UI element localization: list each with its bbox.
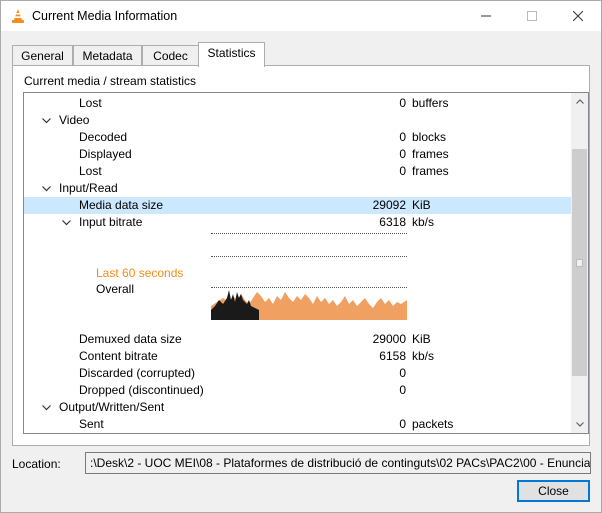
row-label: Video [59,113,90,127]
row-value: 29000 [372,332,406,346]
maximize-button[interactable] [509,1,555,31]
row-value: 0 [399,383,406,397]
scrollbar-grip [576,259,583,267]
close-button-label: Close [538,484,569,498]
legend-overall: Overall [24,281,204,298]
statistics-panel: Current media / stream statistics Lost 0… [12,65,590,446]
tab-statistics-label: Statistics [207,46,256,60]
tree-row-decoded[interactable]: Decoded 0 blocks [24,129,572,146]
close-button[interactable]: Close [517,480,590,502]
tree-row-input-bitrate[interactable]: Input bitrate 6318 kb/s [24,214,572,231]
tree-row-video[interactable]: Video [24,112,572,129]
window-title: Current Media Information [32,9,178,23]
row-label: Dropped (discontinued) [79,383,204,397]
row-unit: KiB [412,332,431,346]
tree-row-media-data-size[interactable]: Media data size 29092 KiB [24,197,572,214]
row-value: 0 [399,164,406,178]
vlc-cone-icon [12,9,24,23]
scroll-up-button[interactable] [571,93,588,110]
tree-row-input-read[interactable]: Input/Read [24,180,572,197]
panel-heading: Current media / stream statistics [24,74,197,88]
tab-metadata[interactable]: Metadata [73,45,142,66]
tree-row-output[interactable]: Output/Written/Sent [24,399,572,416]
chevron-down-icon [575,422,584,427]
row-label: Displayed [79,147,132,161]
row-unit: KiB [412,198,431,212]
chevron-down-icon[interactable] [60,214,72,231]
tab-statistics[interactable]: Statistics [198,42,265,67]
scroll-down-button[interactable] [571,416,588,433]
scrollbar-thumb[interactable] [572,149,587,376]
tab-codec-label: Codec [153,49,188,63]
row-label: Input bitrate [79,215,143,229]
row-value: 0 [399,96,406,110]
tree-row-demuxed-data-size[interactable]: Demuxed data size 29000 KiB [24,331,572,348]
location-label: Location: [12,457,61,471]
chevron-up-icon [575,99,584,104]
row-unit: packets [412,417,454,431]
tree-row-dropped[interactable]: Dropped (discontinued) 0 [24,382,572,399]
row-value: 0 [399,130,406,144]
row-unit: kb/s [412,349,435,363]
row-unit: frames [412,164,449,178]
row-label: Output/Written/Sent [59,400,165,414]
chevron-down-icon[interactable] [40,112,52,129]
chevron-down-icon[interactable] [40,180,52,197]
row-value: 29092 [372,198,406,212]
legend-last-60-seconds: Last 60 seconds [24,265,204,282]
row-value: 6318 [379,215,406,229]
row-unit: frames [412,147,449,161]
row-label: Discarded (corrupted) [79,366,196,380]
tree-row-video-lost[interactable]: Lost 0 frames [24,163,572,180]
row-label: Input/Read [59,181,118,195]
statistics-tree[interactable]: Lost 0 buffers Video Decoded 0 blocks Di… [23,92,589,434]
legend-label: Overall [96,282,135,296]
tree-row-content-bitrate[interactable]: Content bitrate 6158 kb/s [24,348,572,365]
minimize-button[interactable] [463,1,509,31]
row-label: Sent [79,417,104,431]
tree-row-sent[interactable]: Sent 0 packets [24,416,572,433]
location-field[interactable]: :\Desk\2 - UOC MEI\08 - Plataformes de d… [85,452,591,474]
row-unit: kb/s [412,215,435,229]
row-value: 0 [399,417,406,431]
media-info-window: Current Media Information General Metada… [0,0,602,513]
close-icon [573,11,583,21]
maximize-icon [527,11,537,21]
title-bar: Current Media Information [1,1,601,31]
graph-gridline [211,256,407,257]
row-label: Demuxed data size [79,332,182,346]
row-unit: buffers [412,96,449,110]
vertical-scrollbar[interactable] [571,93,588,433]
legend-label: Last 60 seconds [96,266,184,280]
minimize-icon [481,15,491,17]
row-label: Content bitrate [79,349,158,363]
tree-row-audio-lost[interactable]: Lost 0 buffers [24,95,572,112]
window-close-button[interactable] [555,1,601,31]
tab-metadata-label: Metadata [82,49,133,63]
graph-gridline [211,233,407,234]
tree-row-discarded[interactable]: Discarded (corrupted) 0 [24,365,572,382]
tab-codec[interactable]: Codec [142,45,199,66]
row-unit: blocks [412,130,447,144]
row-label: Lost [79,164,102,178]
row-label: Decoded [79,130,128,144]
row-value: 0 [399,366,406,380]
chevron-down-icon[interactable] [40,399,52,416]
bitrate-graph [211,290,407,320]
tree-row-displayed[interactable]: Displayed 0 frames [24,146,572,163]
tab-general[interactable]: General [12,45,73,66]
row-value: 0 [399,147,406,161]
row-label: Lost [79,96,102,110]
row-label: Media data size [79,198,164,212]
tab-general-label: General [21,49,64,63]
row-value: 6158 [379,349,406,363]
